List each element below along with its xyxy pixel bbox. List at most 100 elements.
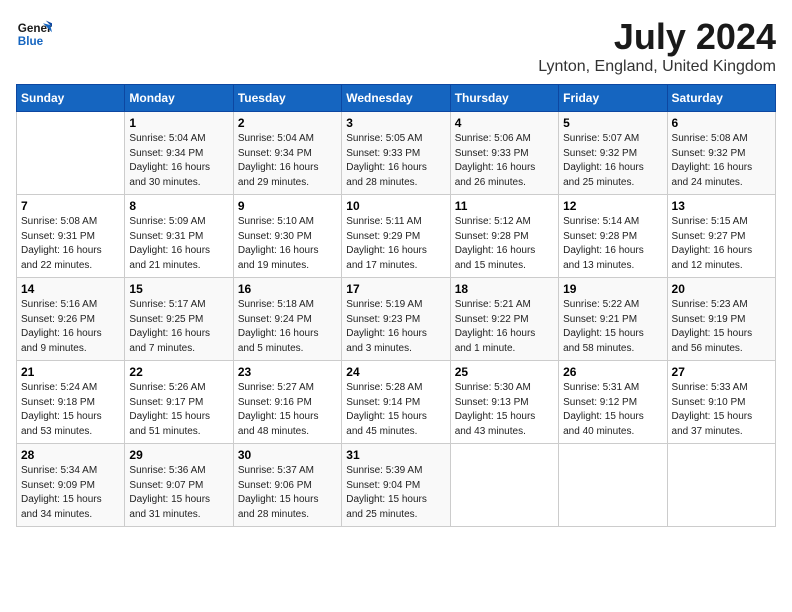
- day-number: 30: [238, 448, 337, 462]
- cell-content: Sunrise: 5:15 AM Sunset: 9:27 PM Dayligh…: [672, 215, 771, 273]
- calendar-cell: 15 Sunrise: 5:17 AM Sunset: 9:25 PM Dayli…: [125, 278, 233, 361]
- calendar-cell: [450, 444, 558, 527]
- cell-content: Sunrise: 5:39 AM Sunset: 9:04 PM Dayligh…: [346, 464, 445, 522]
- day-number: 3: [346, 116, 445, 130]
- cell-content: Sunrise: 5:06 AM Sunset: 9:33 PM Dayligh…: [455, 132, 554, 190]
- day-number: 18: [455, 282, 554, 296]
- calendar-cell: 6 Sunrise: 5:08 AM Sunset: 9:32 PM Daylig…: [667, 112, 775, 195]
- svg-text:General: General: [18, 22, 52, 35]
- day-number: 2: [238, 116, 337, 130]
- cell-content: Sunrise: 5:18 AM Sunset: 9:24 PM Dayligh…: [238, 298, 337, 356]
- day-number: 29: [129, 448, 228, 462]
- header-day-sunday: Sunday: [17, 85, 125, 112]
- svg-text:Blue: Blue: [18, 35, 44, 48]
- day-number: 8: [129, 199, 228, 213]
- cell-content: Sunrise: 5:08 AM Sunset: 9:31 PM Dayligh…: [21, 215, 120, 273]
- cell-content: Sunrise: 5:19 AM Sunset: 9:23 PM Dayligh…: [346, 298, 445, 356]
- cell-content: Sunrise: 5:10 AM Sunset: 9:30 PM Dayligh…: [238, 215, 337, 273]
- day-number: 15: [129, 282, 228, 296]
- cell-content: Sunrise: 5:23 AM Sunset: 9:19 PM Dayligh…: [672, 298, 771, 356]
- calendar-cell: 7 Sunrise: 5:08 AM Sunset: 9:31 PM Daylig…: [17, 195, 125, 278]
- calendar-cell: 3 Sunrise: 5:05 AM Sunset: 9:33 PM Daylig…: [342, 112, 450, 195]
- calendar-cell: 27 Sunrise: 5:33 AM Sunset: 9:10 PM Dayli…: [667, 361, 775, 444]
- cell-content: Sunrise: 5:37 AM Sunset: 9:06 PM Dayligh…: [238, 464, 337, 522]
- cell-content: Sunrise: 5:04 AM Sunset: 9:34 PM Dayligh…: [238, 132, 337, 190]
- cell-content: Sunrise: 5:31 AM Sunset: 9:12 PM Dayligh…: [563, 381, 662, 439]
- calendar-cell: 14Sunrise: 5:16 AM Sunset: 9:26 PM Dayli…: [17, 278, 125, 361]
- calendar-cell: 5 Sunrise: 5:07 AM Sunset: 9:32 PM Daylig…: [559, 112, 667, 195]
- day-number: 23: [238, 365, 337, 379]
- calendar-cell: 26Sunrise: 5:31 AM Sunset: 9:12 PM Dayli…: [559, 361, 667, 444]
- header-day-monday: Monday: [125, 85, 233, 112]
- calendar-cell: 23 Sunrise: 5:27 AM Sunset: 9:16 PM Dayli…: [233, 361, 341, 444]
- cell-content: Sunrise: 5:36 AM Sunset: 9:07 PM Dayligh…: [129, 464, 228, 522]
- cell-content: Sunrise: 5:09 AM Sunset: 9:31 PM Dayligh…: [129, 215, 228, 273]
- day-number: 17: [346, 282, 445, 296]
- calendar-cell: 9 Sunrise: 5:10 AM Sunset: 9:30 PM Daylig…: [233, 195, 341, 278]
- calendar-cell: 28 Sunrise: 5:34 AM Sunset: 9:09 PM Dayli…: [17, 444, 125, 527]
- day-number: 11: [455, 199, 554, 213]
- calendar-cell: 10 Sunrise: 5:11 AM Sunset: 9:29 PM Dayli…: [342, 195, 450, 278]
- month-year: July 2024: [538, 16, 776, 58]
- day-number: 4: [455, 116, 554, 130]
- calendar-cell: 30 Sunrise: 5:37 AM Sunset: 9:06 PM Dayli…: [233, 444, 341, 527]
- day-number: 10: [346, 199, 445, 213]
- calendar-cell: 13Sunrise: 5:15 AM Sunset: 9:27 PM Dayli…: [667, 195, 775, 278]
- header-day-friday: Friday: [559, 85, 667, 112]
- day-number: 6: [672, 116, 771, 130]
- cell-content: Sunrise: 5:34 AM Sunset: 9:09 PM Dayligh…: [21, 464, 120, 522]
- calendar-cell: 18 Sunrise: 5:21 AM Sunset: 9:22 PM Dayli…: [450, 278, 558, 361]
- cell-content: Sunrise: 5:22 AM Sunset: 9:21 PM Dayligh…: [563, 298, 662, 356]
- calendar-cell: 22Sunrise: 5:26 AM Sunset: 9:17 PM Dayli…: [125, 361, 233, 444]
- logo: General Blue General Blue: [16, 16, 52, 52]
- header-day-saturday: Saturday: [667, 85, 775, 112]
- cell-content: Sunrise: 5:28 AM Sunset: 9:14 PM Dayligh…: [346, 381, 445, 439]
- calendar-cell: 21Sunrise: 5:24 AM Sunset: 9:18 PM Dayli…: [17, 361, 125, 444]
- calendar-cell: 2 Sunrise: 5:04 AM Sunset: 9:34 PM Daylig…: [233, 112, 341, 195]
- cell-content: Sunrise: 5:16 AM Sunset: 9:26 PM Dayligh…: [21, 298, 120, 356]
- day-number: 16: [238, 282, 337, 296]
- title-block: July 2024 Lynton, England, United Kingdo…: [538, 16, 776, 76]
- cell-content: Sunrise: 5:27 AM Sunset: 9:16 PM Dayligh…: [238, 381, 337, 439]
- calendar-cell: [17, 112, 125, 195]
- cell-content: Sunrise: 5:08 AM Sunset: 9:32 PM Dayligh…: [672, 132, 771, 190]
- calendar-cell: 20 Sunrise: 5:23 AM Sunset: 9:19 PM Dayli…: [667, 278, 775, 361]
- cell-content: Sunrise: 5:04 AM Sunset: 9:34 PM Dayligh…: [129, 132, 228, 190]
- calendar-cell: 4 Sunrise: 5:06 AM Sunset: 9:33 PM Daylig…: [450, 112, 558, 195]
- day-number: 31: [346, 448, 445, 462]
- header: General Blue General Blue July 2024 Lynt…: [16, 16, 776, 76]
- cell-content: Sunrise: 5:21 AM Sunset: 9:22 PM Dayligh…: [455, 298, 554, 356]
- day-number: 20: [672, 282, 771, 296]
- day-number: 5: [563, 116, 662, 130]
- day-number: 7: [21, 199, 120, 213]
- cell-content: Sunrise: 5:07 AM Sunset: 9:32 PM Dayligh…: [563, 132, 662, 190]
- calendar-cell: 29 Sunrise: 5:36 AM Sunset: 9:07 PM Dayli…: [125, 444, 233, 527]
- calendar-cell: 1 Sunrise: 5:04 AM Sunset: 9:34 PM Daylig…: [125, 112, 233, 195]
- logo-icon: General Blue: [16, 16, 52, 52]
- cell-content: Sunrise: 5:33 AM Sunset: 9:10 PM Dayligh…: [672, 381, 771, 439]
- day-number: 9: [238, 199, 337, 213]
- calendar-cell: [559, 444, 667, 527]
- calendar-cell: 25Sunrise: 5:30 AM Sunset: 9:13 PM Dayli…: [450, 361, 558, 444]
- cell-content: Sunrise: 5:14 AM Sunset: 9:28 PM Dayligh…: [563, 215, 662, 273]
- calendar-cell: 8 Sunrise: 5:09 AM Sunset: 9:31 PM Daylig…: [125, 195, 233, 278]
- day-number: 19: [563, 282, 662, 296]
- day-number: 25: [455, 365, 554, 379]
- day-number: 27: [672, 365, 771, 379]
- day-number: 1: [129, 116, 228, 130]
- header-day-thursday: Thursday: [450, 85, 558, 112]
- cell-content: Sunrise: 5:26 AM Sunset: 9:17 PM Dayligh…: [129, 381, 228, 439]
- cell-content: Sunrise: 5:24 AM Sunset: 9:18 PM Dayligh…: [21, 381, 120, 439]
- calendar-cell: 24Sunrise: 5:28 AM Sunset: 9:14 PM Dayli…: [342, 361, 450, 444]
- location: Lynton, England, United Kingdom: [538, 58, 776, 76]
- day-number: 12: [563, 199, 662, 213]
- calendar-header: SundayMondayTuesdayWednesdayThursdayFrid…: [17, 85, 776, 112]
- cell-content: Sunrise: 5:17 AM Sunset: 9:25 PM Dayligh…: [129, 298, 228, 356]
- cell-content: Sunrise: 5:11 AM Sunset: 9:29 PM Dayligh…: [346, 215, 445, 273]
- cell-content: Sunrise: 5:12 AM Sunset: 9:28 PM Dayligh…: [455, 215, 554, 273]
- cell-content: Sunrise: 5:05 AM Sunset: 9:33 PM Dayligh…: [346, 132, 445, 190]
- calendar-cell: 12 Sunrise: 5:14 AM Sunset: 9:28 PM Dayli…: [559, 195, 667, 278]
- calendar-body: 1 Sunrise: 5:04 AM Sunset: 9:34 PM Daylig…: [17, 112, 776, 527]
- calendar-cell: 16 Sunrise: 5:18 AM Sunset: 9:24 PM Dayli…: [233, 278, 341, 361]
- day-number: 28: [21, 448, 120, 462]
